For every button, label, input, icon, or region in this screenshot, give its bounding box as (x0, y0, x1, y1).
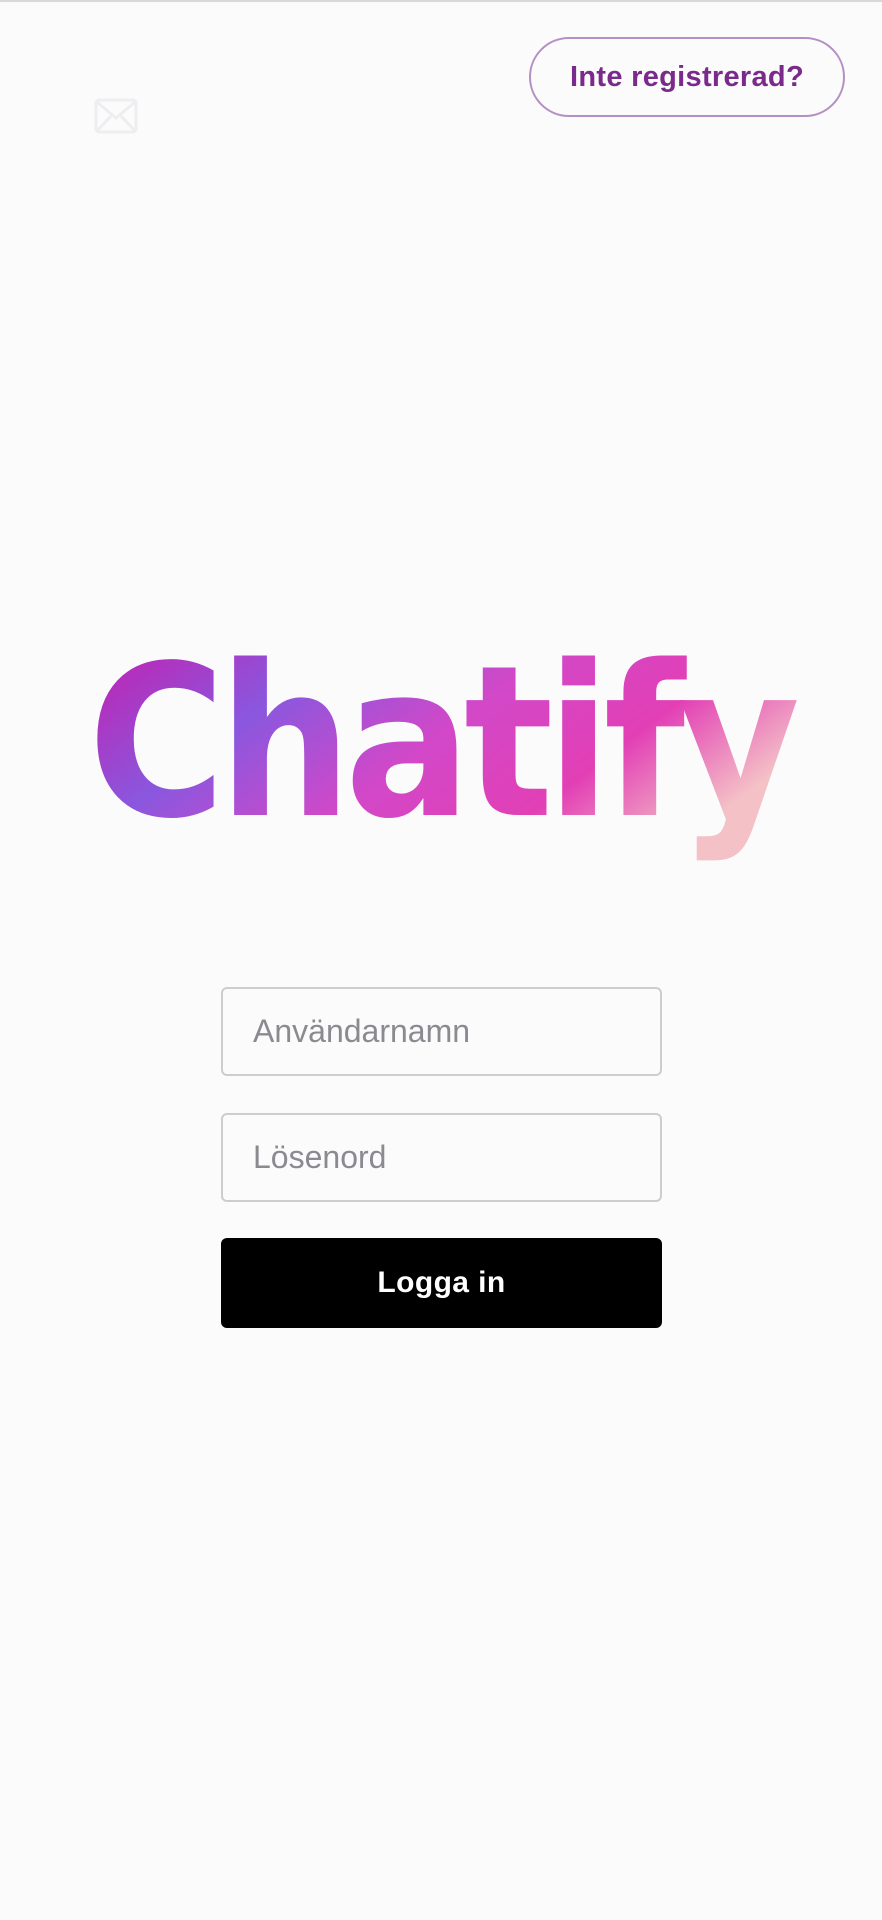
password-input[interactable] (221, 1113, 662, 1202)
mail-icon (94, 96, 138, 136)
status-bar-edge (0, 0, 882, 2)
username-input[interactable] (221, 987, 662, 1076)
chatify-logo: Chatify (88, 640, 806, 865)
login-button[interactable]: Logga in (221, 1238, 662, 1328)
logo-text: Chatify (88, 640, 798, 865)
not-registered-button[interactable]: Inte registrerad? (529, 37, 845, 117)
